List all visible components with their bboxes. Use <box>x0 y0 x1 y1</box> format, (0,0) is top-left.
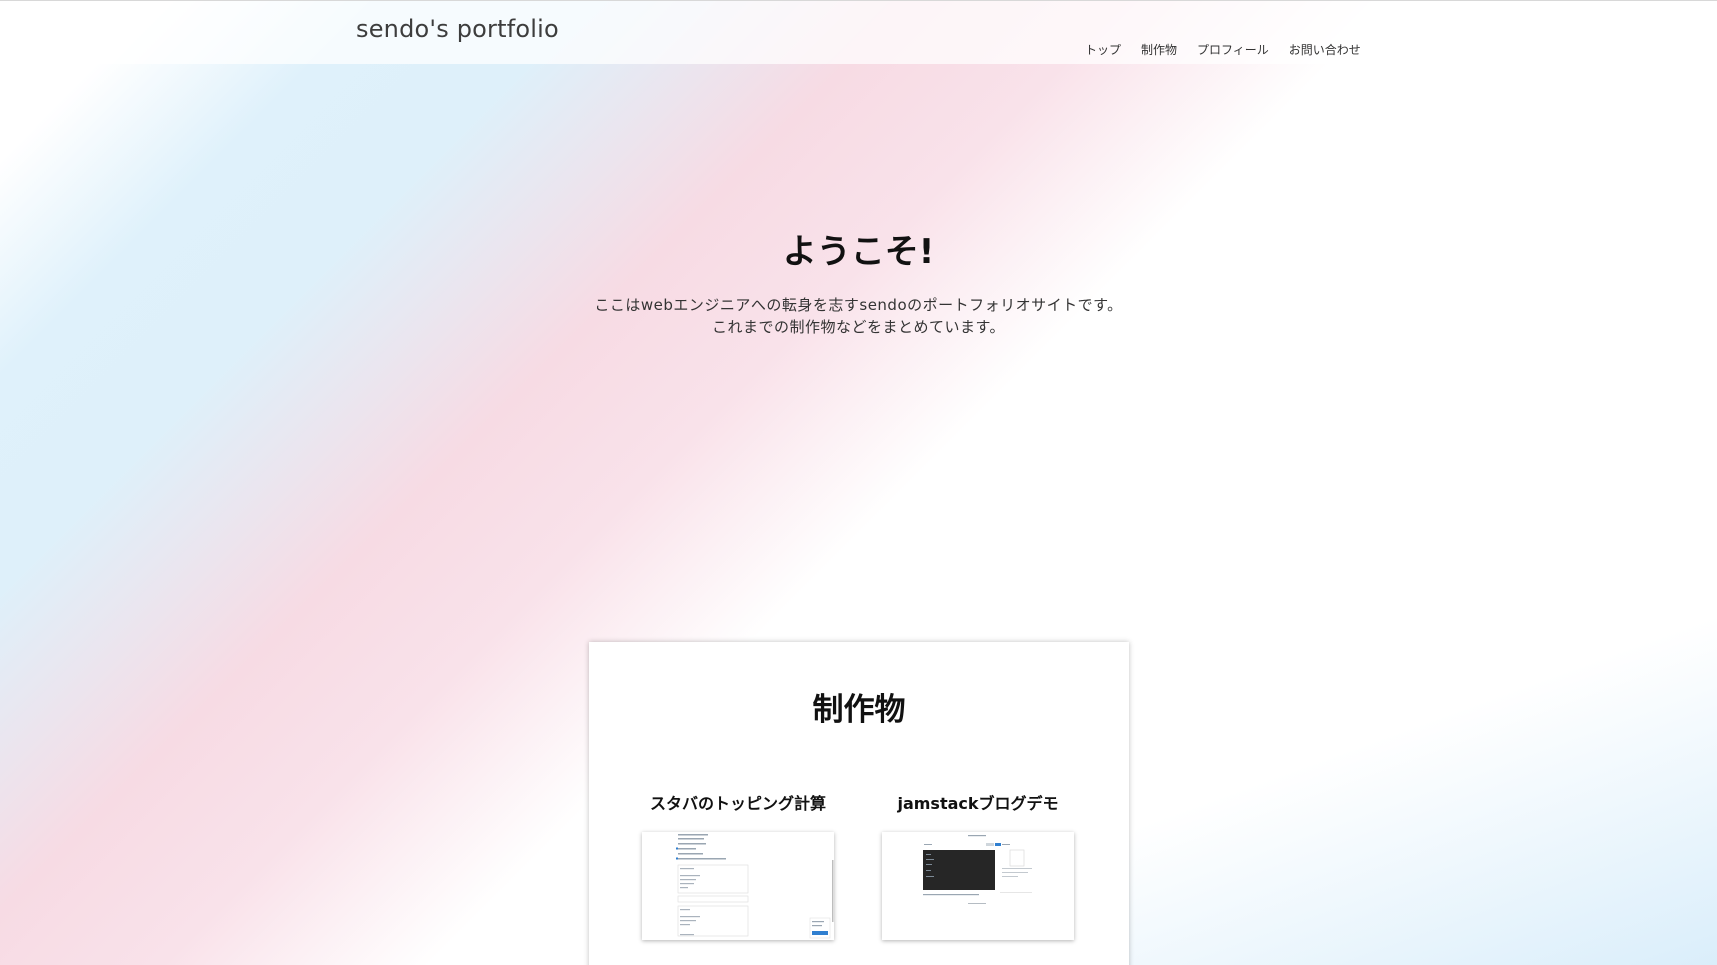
work-card: jamstackブログデモ <box>882 790 1074 940</box>
work-thumbnail-starbucks[interactable] <box>642 832 834 940</box>
site-title-link[interactable]: sendo's portfolio <box>356 15 559 43</box>
nav-item-works[interactable]: 制作物 <box>1141 41 1177 58</box>
hero-heading: ようこそ! <box>782 232 935 272</box>
work-thumbnail-jamstack[interactable] <box>882 832 1074 940</box>
hero-section: ようこそ! ここはwebエンジニアへの転身を志すsendoのポートフォリオサイト… <box>0 230 1717 338</box>
screenshot-thumbnail-image <box>882 832 1074 940</box>
page: sendo's portfolio トップ 制作物 プロフィール お問い合わせ … <box>0 0 1717 965</box>
works-heading: 制作物 <box>812 692 906 728</box>
hero-description-line: ここはwebエンジニアへの転身を志すsendoのポートフォリオサイトです。 <box>594 296 1123 315</box>
work-title-link[interactable]: スタバのトッピング計算 <box>642 790 834 814</box>
work-card: スタバのトッピング計算 <box>642 790 834 940</box>
nav-item-top[interactable]: トップ <box>1085 41 1121 58</box>
screenshot-thumbnail-image <box>642 832 834 940</box>
nav-item-contact[interactable]: お問い合わせ <box>1289 41 1361 58</box>
works-section: 制作物 スタバのトッピング計算 jamstackブログデモ <box>589 642 1129 965</box>
global-nav: トップ 制作物 プロフィール お問い合わせ <box>1085 41 1361 58</box>
site-header: sendo's portfolio トップ 制作物 プロフィール お問い合わせ <box>0 1 1717 64</box>
work-title-link[interactable]: jamstackブログデモ <box>882 790 1074 814</box>
nav-item-profile[interactable]: プロフィール <box>1197 41 1269 58</box>
hero-description-line: これまでの制作物などをまとめています。 <box>711 318 1005 337</box>
hero-description: ここはwebエンジニアへの転身を志すsendoのポートフォリオサイトです。 これ… <box>0 294 1717 338</box>
